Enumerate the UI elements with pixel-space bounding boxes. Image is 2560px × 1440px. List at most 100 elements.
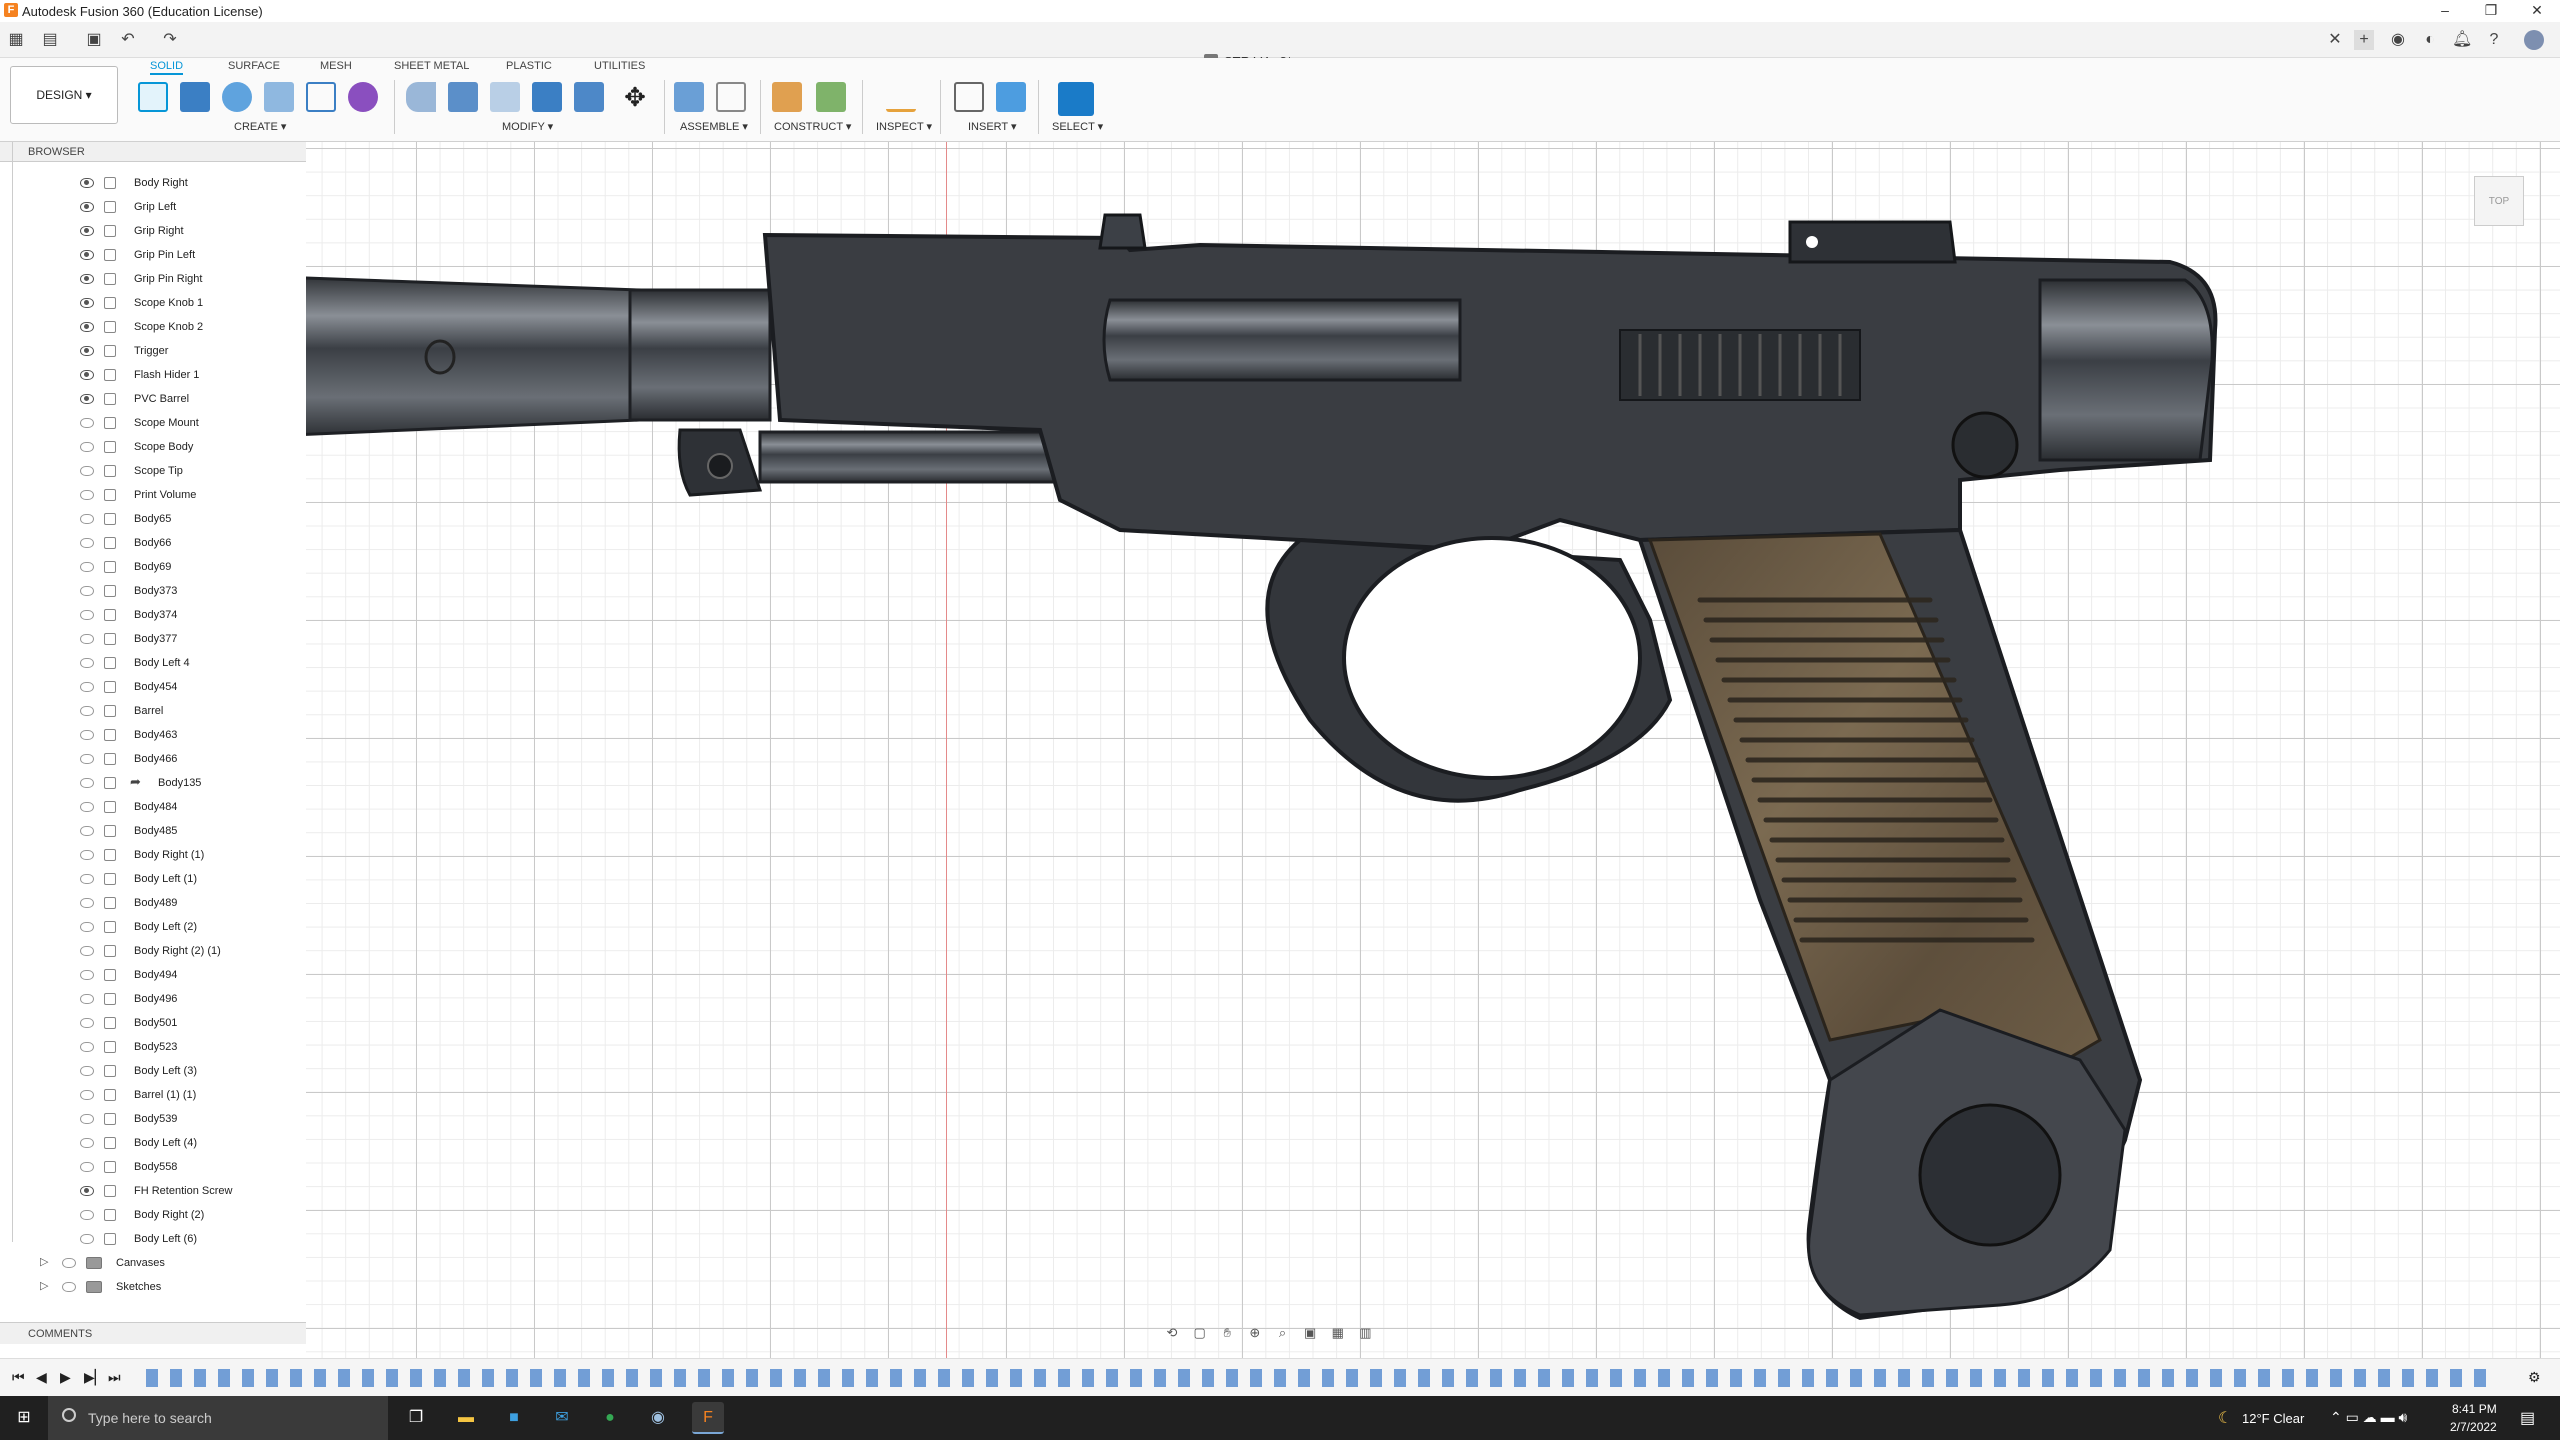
- create-menu[interactable]: CREATE ▾: [234, 120, 286, 133]
- grid-settings-icon[interactable]: ▦: [1326, 1320, 1350, 1346]
- browser-body-row[interactable]: Barrel: [0, 700, 306, 724]
- extrude-icon[interactable]: [180, 82, 210, 112]
- browser-body-row[interactable]: Body Right (2) (1): [0, 940, 306, 964]
- hole-icon[interactable]: [264, 82, 294, 112]
- browser-body-row[interactable]: Barrel (1) (1): [0, 1084, 306, 1108]
- measure-icon[interactable]: [886, 82, 916, 112]
- visibility-eye-icon[interactable]: [80, 1186, 94, 1196]
- new-component-icon[interactable]: [674, 82, 704, 112]
- offset-plane-icon[interactable]: [772, 82, 802, 112]
- fit-icon[interactable]: ⌕: [1271, 1320, 1295, 1346]
- tab-utilities[interactable]: UTILITIES: [594, 60, 645, 72]
- visibility-eye-icon[interactable]: [80, 826, 94, 836]
- construct-menu[interactable]: CONSTRUCT ▾: [774, 120, 851, 133]
- browser-body-row[interactable]: Body373: [0, 580, 306, 604]
- visibility-eye-icon[interactable]: [80, 1138, 94, 1148]
- visibility-eye-icon[interactable]: [80, 754, 94, 764]
- timeline-play-icon[interactable]: ▶: [60, 1369, 71, 1386]
- browser-body-row[interactable]: Body Left (6): [0, 1228, 306, 1252]
- browser-body-row[interactable]: Print Volume: [0, 484, 306, 508]
- browser-body-row[interactable]: Grip Pin Left: [0, 244, 306, 268]
- visibility-eye-icon[interactable]: [80, 394, 94, 404]
- tab-sheet-metal[interactable]: SHEET METAL: [394, 60, 469, 72]
- file-explorer-icon[interactable]: ▬: [450, 1402, 482, 1434]
- visibility-eye-icon[interactable]: [80, 610, 94, 620]
- help-icon[interactable]: ?: [2484, 30, 2504, 50]
- job-status-icon[interactable]: ◐: [2420, 30, 2440, 50]
- browser-body-row[interactable]: Flash Hider 1: [0, 364, 306, 388]
- close-window-button[interactable]: ✕: [2514, 0, 2560, 22]
- timeline-features[interactable]: [146, 1369, 2486, 1387]
- expand-triangle-icon[interactable]: ▷: [40, 1279, 48, 1292]
- browser-body-row[interactable]: Body377: [0, 628, 306, 652]
- visibility-eye-icon[interactable]: [80, 706, 94, 716]
- visibility-eye-icon[interactable]: [80, 634, 94, 644]
- browser-body-row[interactable]: Trigger: [0, 340, 306, 364]
- browser-body-row[interactable]: Body539: [0, 1108, 306, 1132]
- visibility-eye-icon[interactable]: [80, 1090, 94, 1100]
- visibility-eye-icon[interactable]: [80, 658, 94, 668]
- create-sketch-icon[interactable]: [138, 82, 168, 112]
- browser-body-row[interactable]: Body66: [0, 532, 306, 556]
- workspace-switcher[interactable]: DESIGN ▾: [10, 66, 118, 124]
- tray-icons[interactable]: ⌃ ▭ ☁ ▬ 🔊︎: [2330, 1409, 2407, 1426]
- browser-body-row[interactable]: Body558: [0, 1156, 306, 1180]
- browser-body-row[interactable]: Body69: [0, 556, 306, 580]
- visibility-eye-icon[interactable]: [80, 1162, 94, 1172]
- insert-menu[interactable]: INSERT ▾: [968, 120, 1017, 133]
- select-menu[interactable]: SELECT ▾: [1052, 120, 1103, 133]
- visibility-eye-icon[interactable]: [80, 322, 94, 332]
- inspect-menu[interactable]: INSPECT ▾: [876, 120, 932, 133]
- visibility-eye-icon[interactable]: [80, 1234, 94, 1244]
- tab-surface[interactable]: SURFACE: [228, 60, 280, 72]
- visibility-eye-icon[interactable]: [80, 586, 94, 596]
- pistol-model[interactable]: [200, 200, 2250, 1340]
- tab-plastic[interactable]: PLASTIC: [506, 60, 552, 72]
- restore-button[interactable]: ❐: [2468, 0, 2514, 22]
- revolve-icon[interactable]: [222, 82, 252, 112]
- weather-icon[interactable]: ☾: [2218, 1408, 2232, 1428]
- clock-time[interactable]: 8:41 PM: [2452, 1402, 2497, 1416]
- browser-body-row[interactable]: ➦ Body135: [0, 772, 306, 796]
- visibility-eye-icon[interactable]: [80, 1018, 94, 1028]
- zoom-icon[interactable]: ⊕: [1243, 1320, 1267, 1346]
- tab-solid[interactable]: SOLID: [150, 60, 184, 75]
- redo-icon[interactable]: ↷: [160, 30, 180, 50]
- visibility-eye-icon[interactable]: [80, 922, 94, 932]
- visibility-eye-icon[interactable]: [80, 346, 94, 356]
- timeline-next-icon[interactable]: ▶▏: [84, 1369, 106, 1386]
- browser-body-row[interactable]: Body489: [0, 892, 306, 916]
- user-avatar[interactable]: [2524, 30, 2544, 50]
- new-tab-icon[interactable]: +: [2354, 30, 2374, 50]
- visibility-eye-icon[interactable]: [80, 850, 94, 860]
- combine-icon[interactable]: [532, 82, 562, 112]
- visibility-eye-icon[interactable]: [80, 730, 94, 740]
- shell-icon[interactable]: [490, 82, 520, 112]
- browser-body-row[interactable]: Body494: [0, 964, 306, 988]
- action-center-icon[interactable]: ▤: [2520, 1408, 2535, 1428]
- visibility-eye-icon[interactable]: [80, 538, 94, 548]
- orbit-icon[interactable]: ⟲: [1160, 1320, 1184, 1346]
- chrome-icon[interactable]: ●: [594, 1402, 626, 1434]
- browser-body-row[interactable]: Body501: [0, 1012, 306, 1036]
- browser-body-row[interactable]: Scope Mount: [0, 412, 306, 436]
- visibility-eye-icon[interactable]: [80, 442, 94, 452]
- visibility-eye-icon[interactable]: [80, 1210, 94, 1220]
- taskbar-search[interactable]: Type here to search: [48, 1396, 388, 1440]
- fillet-icon[interactable]: [406, 82, 436, 112]
- visibility-eye-icon[interactable]: [80, 202, 94, 212]
- browser-body-row[interactable]: Scope Tip: [0, 460, 306, 484]
- browser-body-row[interactable]: Body Right (1): [0, 844, 306, 868]
- visibility-eye-icon[interactable]: [80, 1042, 94, 1052]
- look-at-icon[interactable]: ▢: [1188, 1320, 1212, 1346]
- tab-mesh[interactable]: MESH: [320, 60, 352, 72]
- modify-menu[interactable]: MODIFY ▾: [502, 120, 553, 133]
- undo-icon[interactable]: ↶: [118, 30, 138, 50]
- extensions-icon[interactable]: ◉: [2388, 30, 2408, 50]
- visibility-eye-icon[interactable]: [80, 898, 94, 908]
- browser-body-row[interactable]: Grip Pin Right: [0, 268, 306, 292]
- pan-icon[interactable]: ✋︎: [1215, 1320, 1239, 1346]
- visibility-eye-icon[interactable]: [80, 970, 94, 980]
- browser-body-row[interactable]: Body466: [0, 748, 306, 772]
- browser-body-row[interactable]: Grip Right: [0, 220, 306, 244]
